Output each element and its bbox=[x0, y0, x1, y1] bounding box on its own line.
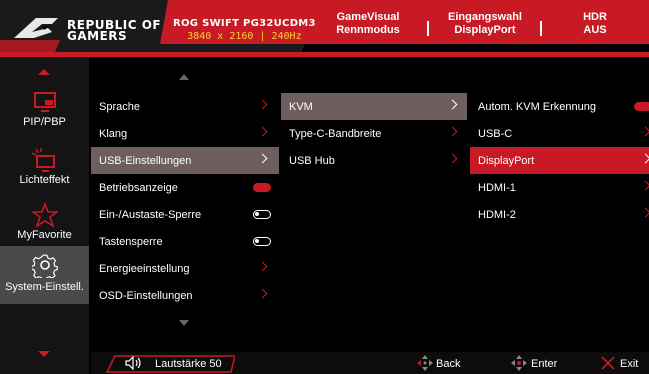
status-title: Eingangswahl bbox=[448, 11, 522, 23]
chevron-right-icon bbox=[447, 99, 458, 110]
sidebar-item-system-einstell[interactable]: System-Einstell. bbox=[0, 246, 89, 304]
status-value: Rennmodus bbox=[336, 24, 400, 36]
status-value: DisplayPort bbox=[454, 24, 516, 36]
chevron-right-icon bbox=[640, 153, 649, 164]
chevron-right-icon bbox=[257, 288, 268, 299]
osd-header: REPUBLIC OF GAMERS ROG SWIFT PG32UCDM3 3… bbox=[0, 0, 649, 57]
status-title: HDR bbox=[583, 11, 607, 23]
option-hdmi-2[interactable]: HDMI-2 bbox=[470, 201, 649, 228]
option-displayport[interactable]: DisplayPort bbox=[470, 147, 649, 174]
menu-item-usb-einstellungen[interactable]: USB-Einstellungen bbox=[91, 147, 279, 174]
chevron-right-icon bbox=[257, 261, 268, 272]
brand-name: REPUBLIC OF GAMERS bbox=[67, 19, 161, 43]
submenu-item-label: Type-C-Bandbreite bbox=[289, 127, 382, 140]
status-divider bbox=[540, 21, 542, 36]
status-hdr: HDR AUS bbox=[570, 11, 620, 37]
exit-button[interactable]: Exit bbox=[620, 358, 638, 370]
toggle-switch[interactable] bbox=[634, 102, 649, 111]
chevron-right-icon bbox=[257, 126, 268, 137]
option-usb-c[interactable]: USB-C bbox=[470, 120, 649, 147]
menu-item-label: Sprache bbox=[99, 100, 140, 113]
option-label: DisplayPort bbox=[478, 154, 535, 167]
status-value: AUS bbox=[583, 24, 607, 36]
menu-item-label: Energieeinstellung bbox=[99, 262, 190, 275]
menu-item-label: Betriebsanzeige bbox=[99, 181, 178, 194]
sidebar-item-label: PIP/PBP bbox=[23, 116, 66, 128]
settings-menu: Sprache Klang USB-Einstellungen Betriebs… bbox=[91, 57, 279, 350]
sidebar-item-label: MyFavorite bbox=[17, 229, 72, 241]
menu-item-label: OSD-Einstellungen bbox=[99, 289, 193, 302]
submenu-item-label: KVM bbox=[289, 100, 313, 113]
dpad-icon bbox=[417, 355, 433, 371]
menu-item-label: Klang bbox=[99, 127, 128, 140]
status-input: Eingangswahl DisplayPort bbox=[440, 11, 530, 37]
resolution-refresh: 3840 x 2160 | 240Hz bbox=[187, 31, 302, 42]
chevron-right-icon bbox=[640, 126, 649, 137]
toggle-switch[interactable] bbox=[253, 210, 271, 219]
menu-item-label: USB-Einstellungen bbox=[99, 154, 192, 167]
rog-eye-logo bbox=[14, 18, 58, 38]
menu-item-energieeinstellung[interactable]: Energieeinstellung bbox=[91, 255, 277, 282]
status-divider bbox=[427, 21, 429, 36]
volume-label[interactable]: Lautstärke 50 bbox=[155, 358, 222, 370]
scroll-down-icon[interactable] bbox=[179, 320, 189, 326]
chevron-right-icon bbox=[447, 153, 458, 164]
chevron-right-icon bbox=[257, 99, 268, 110]
chevron-right-icon bbox=[257, 153, 268, 164]
menu-item-label: Tastensperre bbox=[99, 235, 163, 248]
option-autom-kvm-erkennung[interactable]: Autom. KVM Erkennung bbox=[470, 93, 649, 120]
sidebar-item-lichteffekt[interactable]: Lichteffekt bbox=[0, 143, 89, 201]
submenu-item-label: USB Hub bbox=[289, 154, 335, 167]
chevron-right-icon bbox=[640, 180, 649, 191]
menu-item-betriebsanzeige[interactable]: Betriebsanzeige bbox=[91, 174, 277, 201]
toggle-switch[interactable] bbox=[253, 183, 271, 192]
model-block: ROG SWIFT PG32UCDM3 3840 x 2160 | 240Hz bbox=[173, 18, 316, 43]
menu-item-ein-austaste-sperre[interactable]: Ein-/Austaste-Sperre bbox=[91, 201, 277, 228]
submenu-item-usb-hub[interactable]: USB Hub bbox=[281, 147, 467, 174]
close-icon bbox=[601, 356, 615, 370]
speaker-icon bbox=[125, 356, 141, 370]
back-button[interactable]: Back bbox=[436, 358, 460, 370]
star-icon bbox=[32, 202, 58, 228]
toggle-switch[interactable] bbox=[253, 237, 271, 246]
scroll-up-icon[interactable] bbox=[179, 74, 189, 80]
sidebar-item-label: Lichteffekt bbox=[19, 174, 70, 186]
gear-icon bbox=[32, 254, 58, 278]
menu-item-sprache[interactable]: Sprache bbox=[91, 93, 277, 120]
chevron-right-icon bbox=[640, 207, 649, 218]
submenu-item-type-c-bandbreite[interactable]: Type-C-Bandbreite bbox=[281, 120, 467, 147]
scroll-up-icon[interactable] bbox=[38, 69, 50, 75]
category-sidebar: PIP/PBP Lichteffekt MyFavorite System-Ei… bbox=[0, 57, 89, 374]
menu-item-klang[interactable]: Klang bbox=[91, 120, 277, 147]
status-title: GameVisual bbox=[336, 11, 400, 23]
option-label: HDMI-1 bbox=[478, 181, 516, 194]
option-hdmi-1[interactable]: HDMI-1 bbox=[470, 174, 649, 201]
chevron-right-icon bbox=[447, 126, 458, 137]
option-label: HDMI-2 bbox=[478, 208, 516, 221]
model-name: ROG SWIFT PG32UCDM3 bbox=[173, 18, 316, 29]
osd-footer: Lautstärke 50 Back Enter Exit bbox=[91, 352, 649, 374]
option-label: Autom. KVM Erkennung bbox=[478, 100, 597, 113]
menu-item-osd-einstellungen[interactable]: OSD-Einstellungen bbox=[91, 282, 277, 309]
pip-icon bbox=[34, 92, 56, 112]
usb-submenu: KVM Type-C-Bandbreite USB Hub bbox=[281, 57, 467, 350]
submenu-item-kvm[interactable]: KVM bbox=[281, 93, 467, 120]
enter-button[interactable]: Enter bbox=[531, 358, 557, 370]
brand-line-2: GAMERS bbox=[67, 29, 128, 43]
scroll-down-icon[interactable] bbox=[38, 351, 50, 357]
menu-item-tastensperre[interactable]: Tastensperre bbox=[91, 228, 277, 255]
option-label: USB-C bbox=[478, 127, 513, 140]
sidebar-item-label: System-Einstell. bbox=[5, 281, 84, 293]
sidebar-item-pip-pbp[interactable]: PIP/PBP bbox=[0, 85, 89, 143]
status-gamevisual: GameVisual Rennmodus bbox=[328, 11, 408, 37]
dpad-icon bbox=[511, 355, 527, 371]
light-effect-icon bbox=[32, 148, 55, 172]
menu-item-label: Ein-/Austaste-Sperre bbox=[99, 208, 202, 221]
kvm-options: Autom. KVM Erkennung USB-C DisplayPort H… bbox=[470, 57, 649, 350]
